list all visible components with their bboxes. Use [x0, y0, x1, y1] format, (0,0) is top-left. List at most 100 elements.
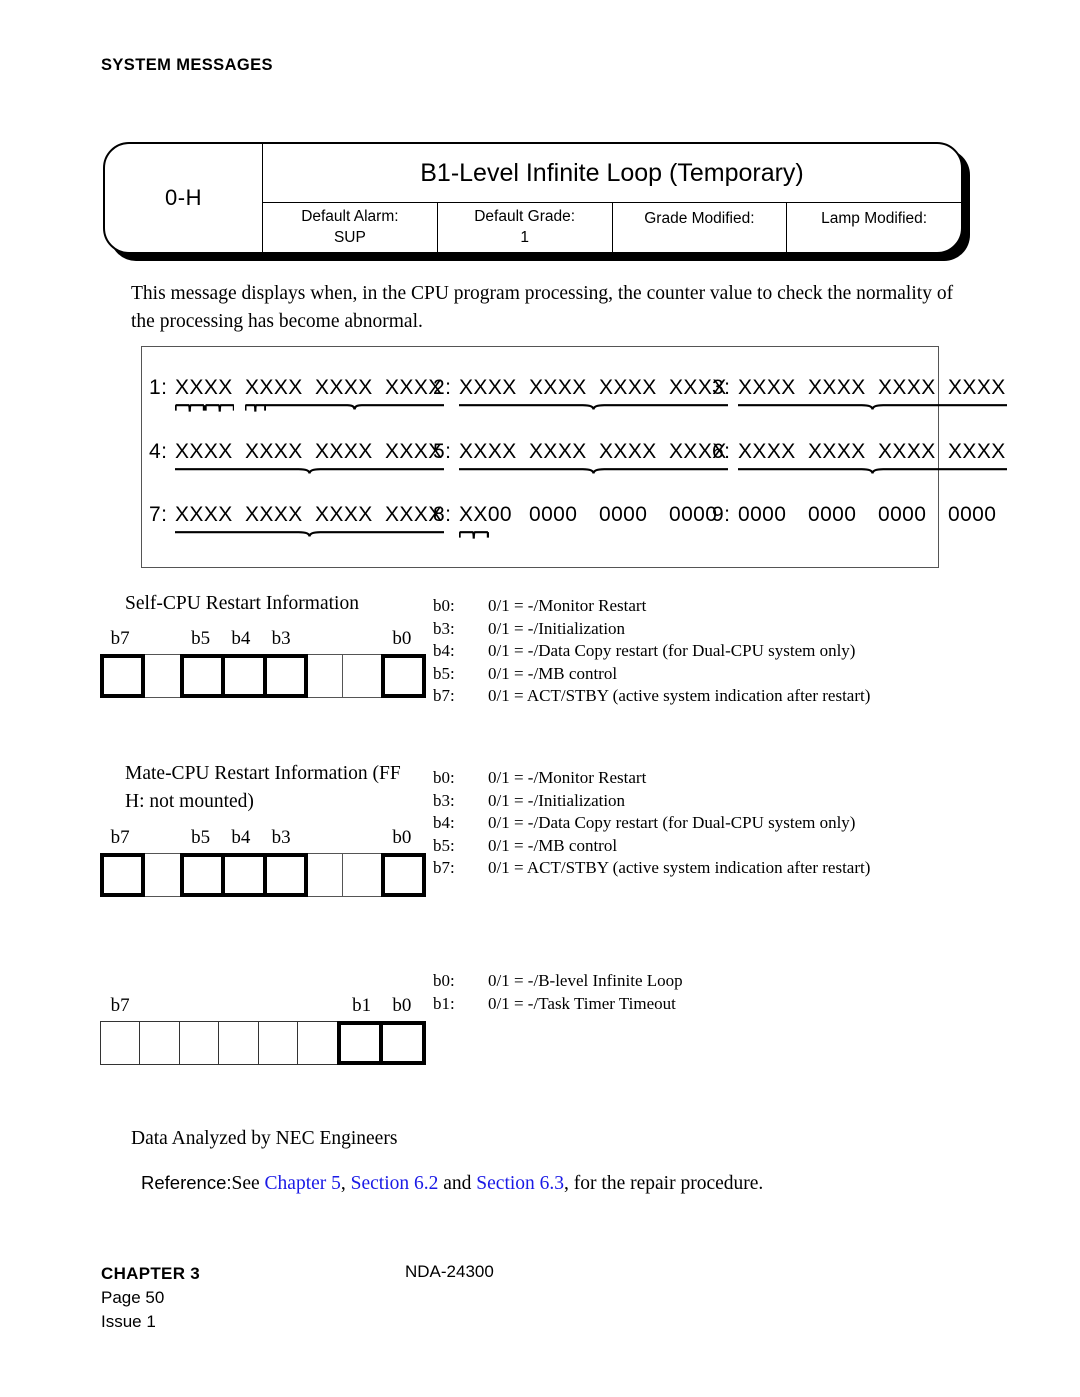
data-grid-entry: 9: 0000 0000 0000 0000: [712, 503, 1007, 527]
bit-cell-b6: [141, 654, 181, 699]
hex-group: XXXX: [948, 440, 1006, 463]
footer-issue: Issue 1: [101, 1312, 156, 1332]
footer-chapter: CHAPTER 3: [101, 1264, 201, 1283]
field-underbrace: [175, 467, 444, 480]
bit-cell-row: [100, 852, 426, 897]
bit-label-b0: b0: [392, 628, 412, 650]
hex-group: XXXX: [738, 376, 796, 399]
legend-row: b3: 0/1 = -/Initialization: [433, 618, 870, 641]
bit-cell-b5: [179, 654, 226, 699]
hex-group: XXXX: [315, 503, 373, 526]
data-grid-index: 9:: [712, 503, 731, 526]
hex-group: 0000: [738, 503, 787, 526]
hex-group: 0000: [878, 503, 927, 526]
hex-group: XXXX: [315, 440, 373, 463]
page-footer: CHAPTER 3 Page 50 Issue 1: [101, 1262, 200, 1334]
bit-cell-b4: [218, 1021, 260, 1065]
field-underbrace: [459, 530, 489, 543]
field-underbrace: [175, 530, 444, 543]
hex-group: XXXX: [175, 503, 233, 526]
hex-group: XXXX: [878, 440, 936, 463]
data-grid-entry: 7: XXXX XXXX XXXX XXXX: [149, 503, 444, 527]
bit-cell-b3: [257, 1021, 299, 1065]
field-underbrace: [265, 403, 444, 416]
message-code: 0-H: [105, 144, 263, 252]
link-section-6-3[interactable]: Section 6.3: [476, 1173, 564, 1194]
legend-bit-name: b7:: [433, 858, 455, 878]
hex-group: XXXX: [245, 376, 303, 399]
legend-row: b3: 0/1 = -/Initialization: [433, 790, 870, 813]
bit-cell-b2: [297, 1021, 338, 1065]
legend-bit-description: 0/1 = -/Initialization: [488, 618, 626, 638]
legend-bit-name: b5:: [433, 835, 455, 855]
legend-bit-description: 0/1 = -/B-level Infinite Loop: [488, 971, 683, 990]
legend-row: b7: 0/1 = ACT/STBY (active system indicat…: [433, 857, 870, 880]
bit-cell-b3: [262, 852, 308, 897]
reference-sep1: ,: [340, 1173, 351, 1194]
data-grid-entry: 6: XXXX XXXX XXXX XXXX: [712, 440, 1007, 464]
legend-bit-name: b3:: [433, 790, 455, 810]
legend-bit-name: b0:: [433, 596, 455, 615]
field-underbrace: [738, 467, 1007, 480]
data-grid-index: 5:: [433, 440, 452, 463]
legend-row: b4: 0/1 = -/Data Copy restart (for Dual-C…: [433, 640, 870, 663]
legend-bit-name: b4:: [433, 813, 455, 833]
attribute-label: Grade Modified:: [644, 210, 755, 228]
attribute-default-grade: Default Grade: 1: [438, 203, 613, 252]
data-grid-entry: 2: XXXX XXXX XXXX XXXX: [433, 376, 728, 400]
bit-cell-b0: [379, 1021, 427, 1065]
data-grid-entry: 4: XXXX XXXX XXXX XXXX: [149, 440, 444, 464]
bit-cell-b6: [141, 852, 181, 897]
bit-cell-row: [100, 654, 426, 699]
link-chapter-5[interactable]: Chapter 5: [265, 1173, 341, 1194]
reference-pre: See: [231, 1173, 265, 1194]
bit-cell-b5: [179, 852, 226, 897]
data-grid-entry: 3: XXXX XXXX XXXX XXXX: [712, 376, 1007, 400]
data-grid-index: 8:: [433, 503, 452, 526]
reference-sep2: and: [438, 1173, 477, 1194]
bit-cell-b1: [342, 852, 382, 897]
bitfield-mate-cpu: Mate-CPU Restart Information (FF H: not …: [100, 760, 426, 897]
legend-bit-name: b0:: [433, 971, 455, 990]
bit-label-b4: b4: [231, 826, 251, 848]
legend-bit-description: 0/1 = -/Data Copy restart (for Dual-CPU …: [488, 641, 856, 661]
bit-label-b7: b7: [110, 628, 130, 650]
hex-group: XXXX: [599, 440, 657, 463]
attribute-label: Lamp Modified:: [821, 210, 928, 228]
legend-row: b7: 0/1 = ACT/STBY (active system indicat…: [433, 685, 870, 708]
legend-bit-description: 0/1 = -/Monitor Restart: [488, 596, 647, 615]
bit-cell-b4: [221, 654, 267, 699]
message-attributes: Default Alarm: SUP Default Grade: 1 Grad…: [263, 203, 961, 252]
bit-label-b1: b1: [352, 995, 372, 1016]
hex-group: XXXX: [738, 440, 796, 463]
legend-bit-name: b1:: [433, 993, 455, 1013]
data-grid-entry: 8: XX00 0000 0000 0000: [433, 503, 728, 527]
legend-bit-description: 0/1 = -/Monitor Restart: [488, 768, 647, 787]
bit-cell-b2: [303, 654, 344, 699]
footer-page: Page 50: [101, 1288, 165, 1308]
legend-bit-description: 0/1 = -/Data Copy restart (for Dual-CPU …: [488, 813, 856, 833]
attribute-lamp-modified: Lamp Modified:: [787, 203, 961, 252]
field-underbrace: [459, 403, 728, 416]
bit-cell-b6: [139, 1021, 181, 1065]
bit-label-b5: b5: [191, 826, 211, 848]
hex-group: XXXX: [808, 376, 866, 399]
legend-bit-description: 0/1 = -/Initialization: [488, 790, 626, 810]
legend-bit-description: 0/1 = ACT/STBY (active system indication…: [488, 858, 871, 878]
field-underbrace: [245, 403, 266, 416]
link-section-6-2[interactable]: Section 6.2: [351, 1173, 439, 1194]
footer-document-number: NDA-24300: [405, 1262, 494, 1281]
legend-row: b0: 0/1 = -/Monitor Restart: [433, 767, 870, 790]
bit-label-b5: b5: [191, 628, 211, 650]
bitfield-self-cpu: Self-CPU Restart Information b7 b5 b4 b3 b0: [100, 590, 455, 699]
data-grid-index: 6:: [712, 440, 731, 463]
hex-group: XXXX: [599, 376, 657, 399]
data-grid-entry: 5: XXXX XXXX XXXX XXXX: [433, 440, 728, 464]
bit-cell-b1: [342, 654, 382, 699]
data-grid-index: 7:: [149, 503, 168, 526]
hex-group: XXXX: [529, 440, 587, 463]
hex-group: XXXX: [529, 376, 587, 399]
bit-cell-b7: [100, 1021, 141, 1065]
bitfield-legend-task: b0: 0/1 = -/B-level Infinite Loop b1: 0/1 =…: [433, 970, 683, 1015]
data-grid-index: 1:: [149, 376, 168, 399]
